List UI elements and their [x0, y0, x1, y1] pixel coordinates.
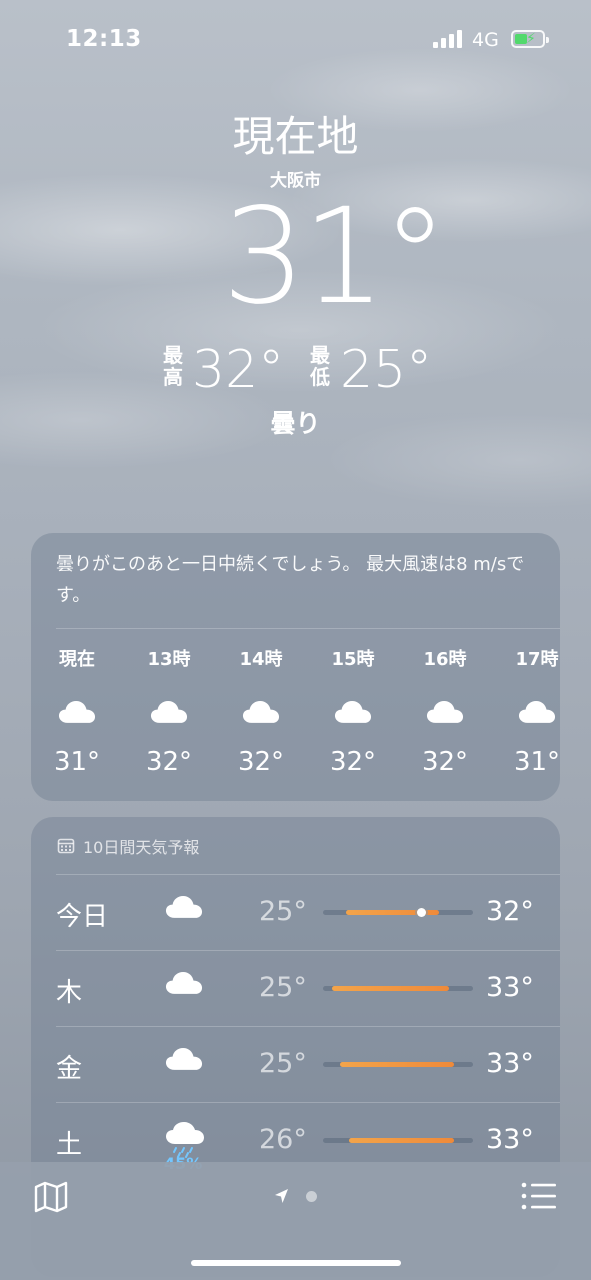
high-temperature: 33° [486, 1124, 534, 1155]
high-temperature: 32° [486, 896, 534, 927]
hour-label: 15時 [331, 649, 375, 670]
network-type: 4G [472, 29, 499, 51]
map-icon [34, 1181, 68, 1213]
forecast-row[interactable]: 金 25° 33° [31, 1026, 560, 1102]
hourly-forecast-card[interactable]: 曇りがこのあと一日中続くでしょう。 最大風速は8 m/sです。 現在 31° 13時… [31, 533, 560, 801]
hour-label: 13時 [147, 649, 191, 670]
city-list-button[interactable] [520, 1180, 558, 1212]
hour-temperature: 31° [53, 747, 101, 777]
hour-temperature: 31° [513, 747, 560, 777]
temperature-range-fill [340, 1062, 454, 1067]
cloud-icon [58, 700, 96, 723]
temperature-range-fill [349, 1138, 454, 1143]
day-label: 金 [56, 1054, 83, 1084]
signal-icon [433, 30, 463, 48]
high-temperature: 33° [486, 1048, 534, 1079]
cloud-icon [426, 700, 464, 723]
high-temperature: 33° [486, 972, 534, 1003]
forecast-header-label: 10日間天気予報 [83, 838, 200, 857]
high-label: 最高 [163, 343, 183, 389]
forecast-row[interactable]: 今日 25° 32° [31, 874, 560, 950]
day-label: 土 [56, 1130, 83, 1160]
location-arrow-icon [275, 1189, 288, 1203]
day-label: 今日 [56, 902, 109, 932]
status-time: 12:13 [66, 26, 142, 52]
map-button[interactable] [33, 1179, 69, 1215]
low-temperature: 26° [259, 1124, 307, 1155]
low-temperature: 25° [259, 972, 307, 1003]
divider [56, 950, 560, 951]
forecast-summary: 曇りがこのあと一日中続くでしょう。 最大風速は8 m/sです。 [56, 554, 525, 606]
divider [56, 628, 560, 629]
cloud-icon [150, 700, 188, 723]
temperature-range-bar [323, 908, 473, 917]
cloud-icon [165, 1048, 203, 1070]
hour-temperature: 32° [329, 747, 377, 777]
high-temperature: 32° [192, 340, 285, 400]
location-title: 現在地 [232, 112, 359, 161]
page-dot [306, 1191, 317, 1202]
battery-icon: ⚡ [511, 30, 549, 48]
list-icon [521, 1182, 556, 1210]
current-temperature-dot [417, 908, 426, 917]
hour-temperature: 32° [237, 747, 285, 777]
hourly-item: 現在 31° [37, 645, 117, 777]
temperature-range-bar [323, 1062, 473, 1067]
forecast-row[interactable]: 木 25° 33° [31, 950, 560, 1026]
home-indicator [191, 1260, 401, 1266]
cloud-icon [518, 700, 556, 723]
hourly-item: 14時 32° [221, 645, 301, 777]
day-label: 木 [56, 978, 83, 1008]
hour-label: 17時 [515, 649, 559, 670]
condition-text: 曇り [270, 409, 321, 438]
cloud-icon [165, 896, 203, 918]
status-bar: 12:13 4G ⚡ [0, 0, 591, 80]
divider [56, 1026, 560, 1027]
divider [56, 874, 560, 875]
low-temperature: 25° [340, 340, 433, 400]
hour-label: 14時 [239, 649, 283, 670]
cloud-icon [165, 972, 203, 994]
low-temperature: 25° [259, 1048, 307, 1079]
temperature-range-bar [323, 1138, 473, 1143]
low-label: 最低 [310, 343, 330, 389]
temperature-range-bar [323, 986, 473, 991]
page-indicator[interactable] [272, 1184, 322, 1208]
hour-label: 16時 [423, 649, 467, 670]
forecast-header: 10日間天気予報 [57, 834, 199, 858]
cloud-icon [242, 700, 280, 723]
cloud-rain-icon [166, 1122, 204, 1158]
hour-label: 現在 [59, 649, 95, 670]
hourly-item: 13時 32° [129, 645, 209, 777]
hour-temperature: 32° [421, 747, 469, 777]
cloud-icon [334, 700, 372, 723]
hourly-item: 15時 32° [313, 645, 393, 777]
hour-temperature: 32° [145, 747, 193, 777]
temperature-range-fill [332, 986, 449, 991]
calendar-icon [57, 838, 75, 854]
hourly-item: 16時 32° [405, 645, 485, 777]
divider [56, 1102, 560, 1103]
hourly-item: 17時 31° [497, 645, 560, 777]
low-temperature: 25° [259, 896, 307, 927]
bottom-toolbar [0, 1162, 591, 1280]
current-temperature: 31° [222, 180, 448, 334]
